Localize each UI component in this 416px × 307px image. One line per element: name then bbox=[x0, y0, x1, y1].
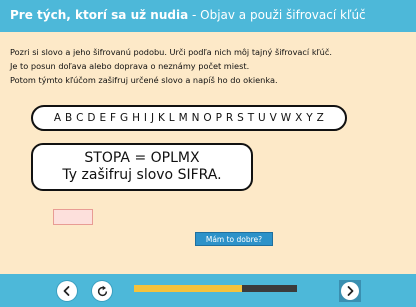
header-bar: Pre tých, ktorí sa už nudia - Objav a po… bbox=[0, 0, 416, 32]
answer-input[interactable] bbox=[53, 209, 93, 225]
title-subtitle: - Objav a použi šifrovací kľúč bbox=[188, 8, 366, 22]
example-box: STOPA = OPLMX Ty zašifruj slovo SIFRA. bbox=[31, 143, 253, 191]
example-task: Ty zašifruj slovo SIFRA. bbox=[62, 167, 222, 183]
progress-fill bbox=[134, 285, 242, 292]
example-cipher: STOPA = OPLMX bbox=[84, 150, 200, 166]
next-button[interactable] bbox=[339, 280, 361, 302]
instruction-line: Potom týmto kľúčom zašifruj určené slovo… bbox=[10, 75, 278, 85]
title-bold: Pre tých, ktorí sa už nudia bbox=[10, 8, 189, 22]
reload-icon bbox=[97, 285, 107, 296]
instruction-line: Pozri si slovo a jeho šifrovanú podobu. … bbox=[10, 47, 332, 57]
check-answer-button[interactable]: Mám to dobre? bbox=[195, 232, 273, 246]
reload-button[interactable] bbox=[92, 281, 112, 301]
next-button-circle bbox=[341, 282, 359, 300]
prev-button[interactable] bbox=[57, 281, 77, 301]
chevron-left-icon bbox=[63, 286, 70, 296]
instructions: Pozri si slovo a jeho šifrovanú podobu. … bbox=[10, 45, 332, 87]
alphabet-strip: A B C D E F G H I J K L M N O P R S T U … bbox=[31, 105, 347, 131]
instruction-line: Je to posun doľava alebo doprava o nezná… bbox=[10, 61, 250, 71]
progress-bar bbox=[134, 285, 297, 292]
chevron-right-icon bbox=[347, 286, 354, 296]
page-title: Pre tých, ktorí sa už nudia - Objav a po… bbox=[10, 8, 366, 22]
